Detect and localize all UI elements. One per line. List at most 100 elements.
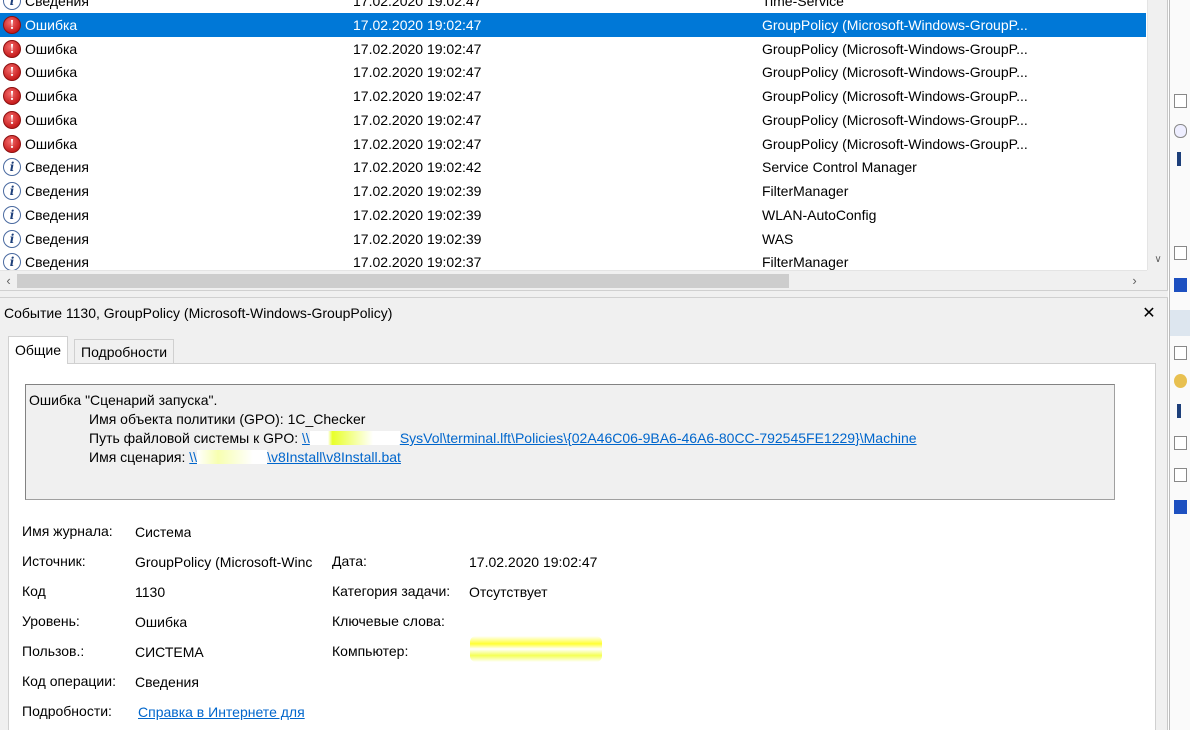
event-row[interactable]: ! Ошибка 17.02.2020 19:02:47 GroupPolicy (M… [0, 12, 1146, 37]
event-source: FilterManager [762, 183, 849, 199]
event-row[interactable]: i Сведения 17.02.2020 19:02:47 Time-Service [0, 0, 1146, 13]
script-name-label: Имя сценария: [89, 449, 190, 465]
redaction-mark [309, 431, 400, 445]
horizontal-scroll-thumb[interactable] [17, 274, 789, 288]
info-icon: i [3, 205, 21, 224]
action-icon[interactable] [1174, 468, 1187, 482]
info-icon[interactable] [1177, 152, 1181, 166]
event-source: GroupPolicy (Microsoft-Windows-GroupP... [762, 88, 1028, 104]
event-level: Сведения [25, 0, 89, 9]
action-icon[interactable] [1174, 500, 1187, 514]
event-date: 17.02.2020 19:02:47 [353, 0, 482, 9]
event-level: Ошибка [25, 16, 78, 33]
event-source: GroupPolicy (Microsoft-Windows-GroupP... [762, 135, 1028, 152]
action-icon[interactable] [1174, 436, 1187, 450]
error-icon: ! [3, 15, 21, 34]
event-description-box[interactable]: Ошибка "Сценарий запуска". Имя объекта п… [25, 384, 1115, 500]
action-icon[interactable] [1174, 124, 1187, 138]
log-name-label: Имя журнала: [22, 523, 113, 539]
gpo-path-link[interactable]: \\ SysVol\terminal.lft\Policies\{02A46C06… [302, 430, 917, 446]
event-level: Ошибка [25, 111, 78, 128]
level-label: Уровень: [22, 613, 80, 629]
actions-pane-edge [1169, 0, 1190, 730]
event-date: 17.02.2020 19:02:42 [353, 159, 482, 176]
event-source: Service Control Manager [762, 159, 917, 176]
event-source: FilterManager [762, 254, 849, 271]
opcode-label: Код операции: [22, 673, 116, 689]
info-icon: i [3, 158, 21, 177]
level-value: Ошибка [135, 614, 188, 630]
event-date: 17.02.2020 19:02:47 [353, 16, 482, 33]
close-icon[interactable]: ✕ [1141, 303, 1157, 323]
event-source: GroupPolicy (Microsoft-Windows-GroupP... [762, 40, 1028, 57]
info-icon: i [3, 0, 21, 10]
event-row[interactable]: i Сведения 17.02.2020 19:02:39 FilterManage… [0, 179, 1146, 203]
description-gpo-name: Имя объекта политики (GPO): 1C_Checker [89, 411, 366, 427]
task-category-value: Отсутствует [469, 584, 548, 600]
info-icon: i [3, 253, 21, 272]
opcode-value: Сведения [135, 674, 199, 690]
scroll-right-arrow-icon[interactable]: › [1126, 271, 1143, 291]
event-date: 17.02.2020 19:02:47 [353, 88, 482, 104]
event-level: Сведения [25, 230, 89, 247]
event-row[interactable]: i Сведения 17.02.2020 19:02:42 Service Cont… [0, 155, 1146, 179]
event-row[interactable]: i Сведения 17.02.2020 19:02:39 WLAN-AutoCon… [0, 203, 1146, 227]
event-detail-pane: Событие 1130, GroupPolicy (Microsoft-Win… [0, 298, 1168, 730]
task-category-label: Категория задачи: [332, 583, 451, 599]
event-row[interactable]: ! Ошибка 17.02.2020 19:02:47 GroupPolicy (M… [0, 108, 1146, 132]
scroll-down-arrow-icon[interactable]: ∨ [1148, 252, 1168, 268]
event-level: Ошибка [25, 40, 78, 57]
actions-pane-selected-band [1170, 310, 1190, 336]
error-icon: ! [3, 63, 21, 82]
event-list-horizontal-scrollbar[interactable]: ‹ › [0, 270, 1147, 290]
event-date: 17.02.2020 19:02:39 [353, 183, 482, 199]
event-date: 17.02.2020 19:02:47 [353, 135, 482, 152]
event-row[interactable]: i Сведения 17.02.2020 19:02:39 WAS [0, 227, 1146, 251]
date-label: Дата: [332, 553, 367, 569]
event-source: WLAN-AutoConfig [762, 206, 877, 223]
info-icon[interactable] [1177, 404, 1181, 418]
computer-value-redacted [470, 636, 602, 662]
event-code-value: 1130 [135, 584, 166, 600]
action-icon[interactable] [1174, 246, 1187, 260]
event-row[interactable]: ! Ошибка 17.02.2020 19:02:47 GroupPolicy (M… [0, 60, 1146, 84]
scrollbar-corner [1147, 270, 1167, 290]
event-list[interactable]: i Сведения 17.02.2020 19:02:47 Time-Service… [0, 0, 1168, 290]
event-row[interactable]: ! Ошибка 17.02.2020 19:02:47 GroupPolicy (M… [0, 132, 1146, 156]
event-date: 17.02.2020 19:02:47 [353, 40, 482, 57]
event-source: WAS [762, 230, 794, 247]
event-date: 17.02.2020 19:02:47 [353, 64, 482, 81]
error-icon: ! [3, 39, 21, 58]
error-icon: ! [3, 110, 21, 129]
error-icon: ! [3, 87, 21, 105]
user-label: Пользов.: [22, 643, 85, 659]
more-info-label: Подробности: [22, 703, 112, 719]
event-list-vertical-scrollbar[interactable]: ∨ [1147, 0, 1167, 270]
description-script-name: Имя сценария: \\ \v8Install\v8Install.bat [29, 448, 1114, 467]
action-icon[interactable] [1174, 278, 1187, 292]
star-icon[interactable] [1174, 374, 1187, 388]
info-icon: i [3, 182, 21, 200]
script-path-link[interactable]: \\ \v8Install\v8Install.bat [189, 449, 401, 465]
event-source: GroupPolicy (Microsoft-Windows-GroupP... [762, 64, 1028, 81]
tab-details[interactable]: Подробности [74, 339, 175, 364]
online-help-link[interactable]: Справка в Интернете для [138, 704, 305, 720]
event-level: Ошибка [25, 64, 78, 81]
action-icon[interactable] [1174, 94, 1187, 108]
scroll-left-arrow-icon[interactable]: ‹ [0, 271, 17, 291]
tab-general[interactable]: Общие [8, 336, 69, 364]
event-level: Сведения [25, 183, 89, 199]
event-row[interactable]: ! Ошибка 17.02.2020 19:02:47 GroupPolicy (M… [0, 37, 1146, 61]
redaction-mark [197, 450, 268, 464]
action-icon[interactable] [1174, 346, 1187, 360]
event-level: Сведения [25, 206, 89, 223]
source-label: Источник: [22, 553, 86, 569]
error-icon: ! [3, 134, 21, 153]
event-level: Ошибка [25, 88, 78, 104]
event-level: Ошибка [25, 135, 78, 152]
keywords-label: Ключевые слова: [332, 613, 445, 629]
pane-splitter[interactable] [0, 290, 1168, 298]
event-row[interactable]: ! Ошибка 17.02.2020 19:02:47 GroupPolicy (M… [0, 84, 1146, 108]
event-source: GroupPolicy (Microsoft-Windows-GroupP... [762, 16, 1028, 33]
date-value: 17.02.2020 19:02:47 [469, 554, 598, 570]
